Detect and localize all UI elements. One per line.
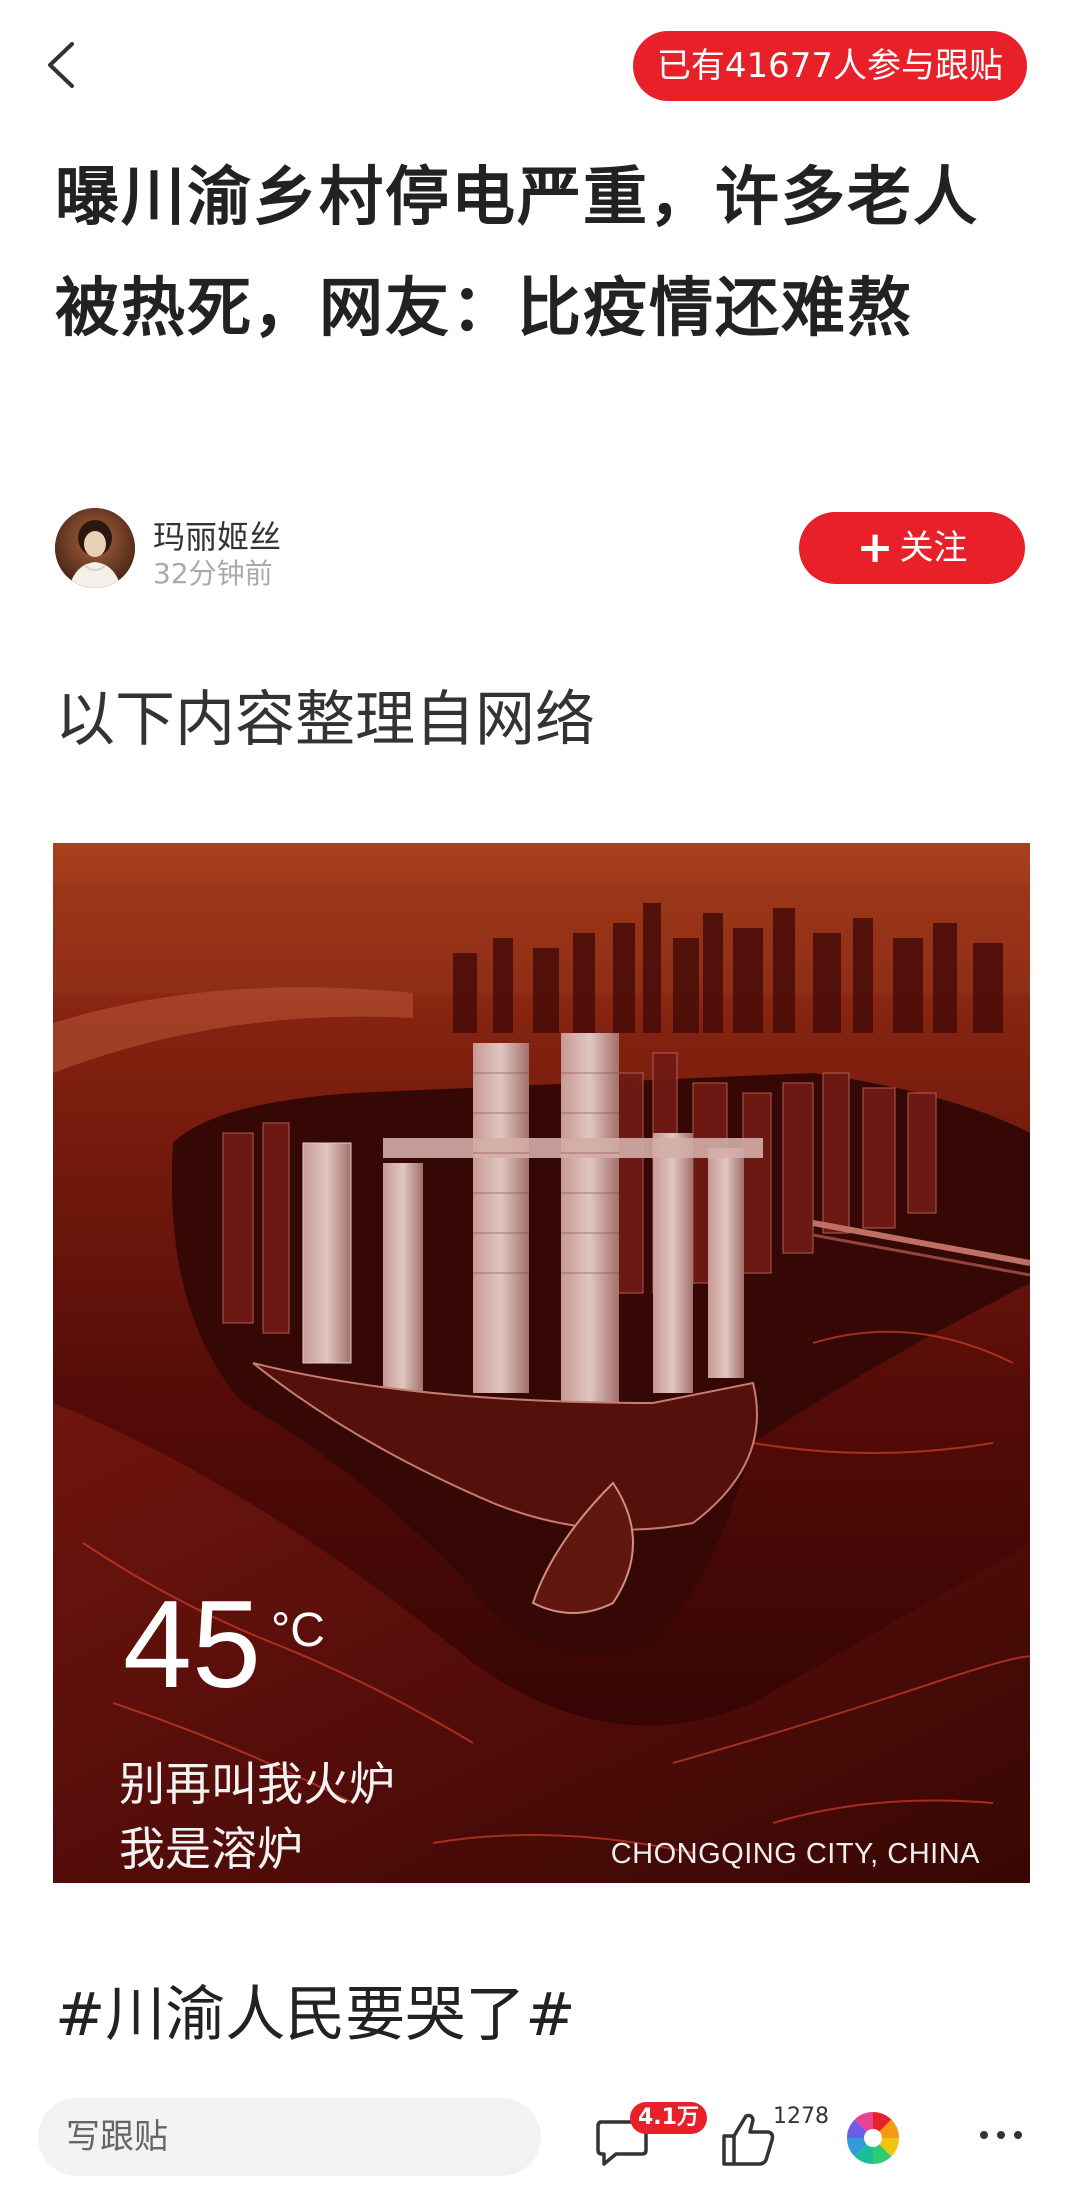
back-button[interactable] <box>36 30 92 100</box>
degree-unit: °C <box>271 1604 325 1657</box>
share-button[interactable] <box>845 2110 901 2166</box>
avatar[interactable] <box>55 508 135 588</box>
caption-line-1: 别再叫我火炉 <box>119 1757 395 1811</box>
topic-hashtag[interactable]: #川渝人民要哭了# <box>55 1975 576 2055</box>
comment-count-badge: 4.1万 <box>630 2102 707 2134</box>
plus-icon: + <box>856 522 894 573</box>
follow-button-label: 关注 <box>899 528 968 568</box>
top-bar: 已有41677人参与跟贴 <box>0 0 1080 130</box>
caption-line-2: 我是溶炉 <box>119 1822 303 1876</box>
article-title: 曝川渝乡村停电严重，许多老人被热死，网友：比疫情还难熬 <box>55 161 979 346</box>
pinwheel-share-icon <box>847 2112 899 2164</box>
article-image[interactable]: 45 °C 别再叫我火炉 我是溶炉 CHONGQING CITY, CHINA <box>53 843 1030 1883</box>
reply-input[interactable]: 写跟贴 <box>38 2098 541 2176</box>
temperature-value: 45 <box>123 1576 261 1714</box>
post-time: 32分钟前 <box>153 557 273 590</box>
follow-button[interactable]: + 关注 <box>799 512 1025 584</box>
thumb-up-icon <box>722 2113 775 2166</box>
more-dots-icon <box>980 2131 1022 2139</box>
like-button[interactable] <box>718 2108 778 2170</box>
chevron-left-icon <box>48 42 74 88</box>
like-count: 1278 <box>773 2104 829 2129</box>
city-label: CHONGQING CITY, CHINA <box>610 1838 980 1870</box>
bottom-bar: 写跟贴 4.1万 1278 <box>0 2098 1080 2196</box>
article-intro: 以下内容整理自网络 <box>55 685 595 755</box>
more-button[interactable] <box>976 2120 1026 2150</box>
author-row: 玛丽姬丝 32分钟前 + 关注 <box>55 508 1025 590</box>
city-heat-illustration <box>53 843 1030 1883</box>
follow-count-badge[interactable]: 已有41677人参与跟贴 <box>632 31 1027 101</box>
